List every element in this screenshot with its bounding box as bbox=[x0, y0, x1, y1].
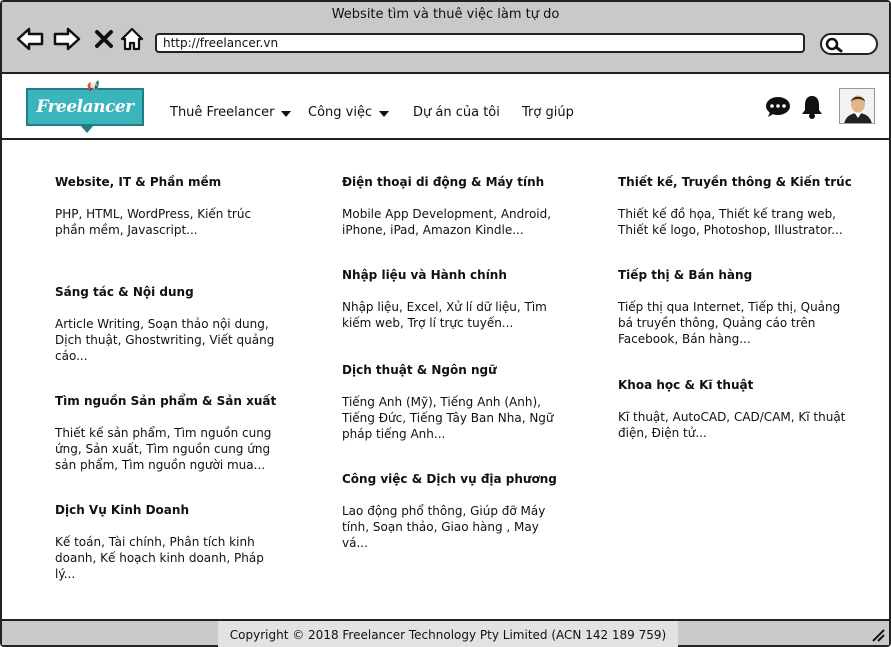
category-items: Thiết kế sản phẩm, Tìm nguồn cung ứng, S… bbox=[55, 426, 272, 472]
category-business-services[interactable]: Dịch Vụ Kinh Doanh Kế toán, Tài chính, P… bbox=[55, 502, 285, 582]
category-engineering[interactable]: Khoa học & Kĩ thuật Kĩ thuật, AutoCAD, C… bbox=[618, 377, 850, 441]
category-product-sourcing[interactable]: Tìm nguồn Sản phẩm & Sản xuất Thiết kế s… bbox=[55, 393, 285, 473]
chat-icon[interactable] bbox=[765, 96, 791, 122]
copyright-text: Copyright © 2018 Freelancer Technology P… bbox=[218, 621, 678, 647]
category-title[interactable]: Dịch Vụ Kinh Doanh bbox=[55, 502, 285, 518]
category-title[interactable]: Website, IT & Phần mềm bbox=[55, 174, 285, 190]
category-title[interactable]: Điện thoại di động & Máy tính bbox=[342, 174, 567, 190]
menu-label: Dự án của tôi bbox=[413, 105, 500, 120]
resize-handle-icon[interactable] bbox=[871, 627, 885, 646]
category-title[interactable]: Thiết kế, Truyền thông & Kiến trúc bbox=[618, 174, 852, 190]
category-items: Nhập liệu, Excel, Xử lí dữ liệu, Tìm kiế… bbox=[342, 300, 547, 330]
caret-down-icon bbox=[281, 111, 292, 117]
category-title[interactable]: Sáng tác & Nội dung bbox=[55, 284, 285, 300]
category-items: Lao động phổ thông, Giúp đỡ Máy tính, So… bbox=[342, 504, 546, 550]
category-marketing[interactable]: Tiếp thị & Bán hàng Tiếp thị qua Interne… bbox=[618, 267, 850, 347]
browser-window: Website tìm và thuê việc làm tự do http:… bbox=[0, 0, 891, 647]
category-items: Kế toán, Tài chính, Phân tích kinh doanh… bbox=[55, 535, 264, 581]
category-items: Tiếp thị qua Internet, Tiếp thị, Quảng b… bbox=[618, 300, 841, 346]
home-icon[interactable] bbox=[118, 26, 146, 52]
category-data-entry[interactable]: Nhập liệu và Hành chính Nhập liệu, Excel… bbox=[342, 267, 567, 331]
menu-jobs[interactable]: Công việc bbox=[308, 105, 390, 120]
category-items: Mobile App Development, Android, iPhone,… bbox=[342, 207, 552, 237]
menu-label: Công việc bbox=[308, 105, 373, 120]
category-items: Thiết kế đồ họa, Thiết kế trang web, Thi… bbox=[618, 207, 843, 237]
category-title[interactable]: Dịch thuật & Ngôn ngữ bbox=[342, 362, 567, 378]
forward-icon[interactable] bbox=[53, 26, 81, 52]
logo-tail bbox=[80, 125, 94, 133]
address-bar[interactable]: http://freelancer.vn bbox=[155, 33, 805, 53]
category-website-it[interactable]: Website, IT & Phần mềm PHP, HTML, WordPr… bbox=[55, 174, 285, 238]
category-items: Tiếng Anh (Mỹ), Tiếng Anh (Anh), Tiếng Đ… bbox=[342, 395, 554, 441]
category-translation[interactable]: Dịch thuật & Ngôn ngữ Tiếng Anh (Mỹ), Ti… bbox=[342, 362, 567, 442]
caret-down-icon bbox=[379, 111, 390, 117]
menu-label: Thuê Freelancer bbox=[170, 105, 275, 120]
category-local-jobs[interactable]: Công việc & Dịch vụ địa phương Lao động … bbox=[342, 471, 567, 551]
category-title[interactable]: Tìm nguồn Sản phẩm & Sản xuất bbox=[55, 393, 285, 409]
browser-titlebar: Website tìm và thuê việc làm tự do http:… bbox=[2, 2, 889, 74]
category-mobile-computer[interactable]: Điện thoại di động & Máy tính Mobile App… bbox=[342, 174, 567, 238]
category-items: Kĩ thuật, AutoCAD, CAD/CAM, Kĩ thuật điệ… bbox=[618, 410, 846, 440]
bell-icon[interactable] bbox=[801, 94, 823, 124]
menu-hire-freelancer[interactable]: Thuê Freelancer bbox=[170, 105, 292, 120]
menu-label: Trợ giúp bbox=[522, 105, 574, 120]
app-header: 📢 Freelancer Thuê Freelancer Công việc D… bbox=[2, 74, 889, 140]
category-title[interactable]: Khoa học & Kĩ thuật bbox=[618, 377, 850, 393]
freelancer-logo[interactable]: 📢 Freelancer bbox=[26, 81, 144, 133]
back-icon[interactable] bbox=[16, 26, 44, 52]
category-title[interactable]: Nhập liệu và Hành chính bbox=[342, 267, 567, 283]
logo-text: Freelancer bbox=[36, 97, 134, 117]
category-items: Article Writing, Soạn thảo nội dung, Dịc… bbox=[55, 317, 275, 363]
menu-my-projects[interactable]: Dự án của tôi bbox=[413, 105, 500, 120]
megaphone-icon: 📢 bbox=[86, 81, 98, 92]
browser-footer: Copyright © 2018 Freelancer Technology P… bbox=[2, 619, 889, 647]
avatar[interactable] bbox=[839, 88, 875, 124]
menu-help[interactable]: Trợ giúp bbox=[522, 105, 574, 120]
window-title: Website tìm và thuê việc làm tự do bbox=[331, 7, 560, 22]
browser-search-box[interactable] bbox=[820, 33, 878, 55]
category-writing[interactable]: Sáng tác & Nội dung Article Writing, Soạ… bbox=[55, 284, 285, 364]
category-items: PHP, HTML, WordPress, Kiến trúc phần mềm… bbox=[55, 207, 252, 237]
category-title[interactable]: Công việc & Dịch vụ địa phương bbox=[342, 471, 567, 487]
category-design[interactable]: Thiết kế, Truyền thông & Kiến trúc Thiết… bbox=[618, 174, 852, 238]
search-icon bbox=[825, 37, 843, 53]
close-icon[interactable] bbox=[90, 26, 118, 52]
category-title[interactable]: Tiếp thị & Bán hàng bbox=[618, 267, 850, 283]
